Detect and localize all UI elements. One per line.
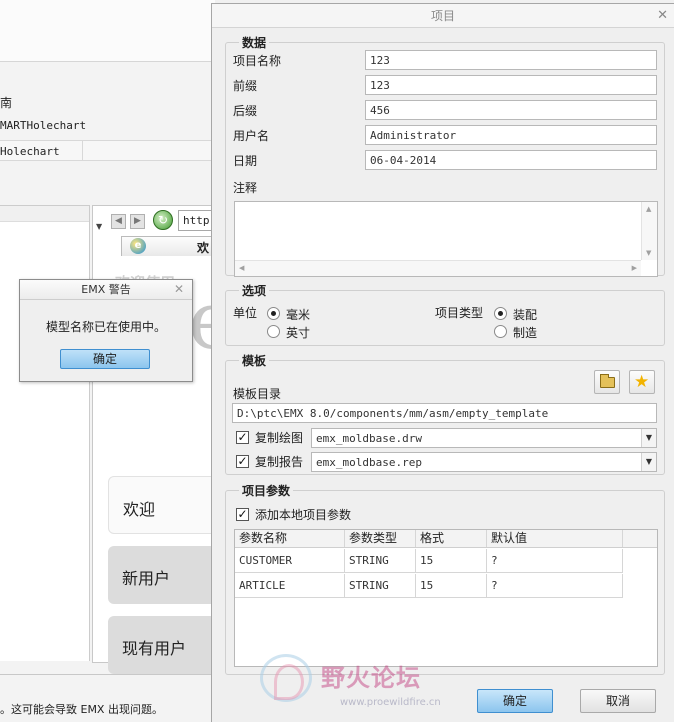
current-user-card[interactable]: 现有用户 [108, 616, 215, 674]
data-group: 数据 项目名称 123 前缀 123 后缀 456 用户名 Administra… [225, 34, 665, 277]
add-local-params-label[interactable]: 添加本地项目参数 [255, 506, 351, 523]
copy-report-select[interactable]: emx_moldbase.rep ▼ [311, 452, 657, 472]
notes-textarea[interactable]: ▲ ▼ ◀ ▶ [234, 201, 658, 277]
username-label: 用户名 [233, 129, 270, 143]
copy-drawing-checkbox[interactable]: ✓ [236, 431, 249, 444]
project-type-label: 项目类型 [435, 306, 484, 320]
unit-inch-radio[interactable] [267, 325, 280, 338]
type-assembly-radio[interactable] [494, 307, 507, 320]
copy-drawing-label[interactable]: 复制绘图 [255, 429, 303, 446]
welcome-card[interactable]: 欢迎 [108, 476, 215, 534]
suffix-field[interactable]: 456 [365, 100, 657, 120]
template-dir-field[interactable]: D:\ptc\EMX 8.0/components/mm/asm/empty_t… [232, 403, 657, 423]
star-icon: ★ [634, 372, 650, 392]
warning-ok-button[interactable]: 确定 [60, 349, 150, 369]
template-group-title: 模板 [239, 352, 270, 369]
embedded-browser: ▼ ◀ ▶ ↻ http e 欢 欢迎使用 e 欢迎 新用户 现有用户 [92, 205, 215, 674]
status-bar: 。这可能会导致 EMX 出现问题。 [0, 674, 215, 722]
holechart-text[interactable]: Holechart [0, 145, 60, 158]
project-name-label: 项目名称 [233, 54, 282, 68]
scroll-left-icon[interactable]: ◀ [239, 264, 244, 272]
table-cell[interactable]: ? [487, 574, 623, 597]
scroll-down-icon[interactable]: ▼ [646, 249, 651, 257]
column-header[interactable]: 参数名称 [235, 530, 345, 547]
table-cell[interactable]: STRING [345, 549, 416, 572]
ok-button[interactable]: 确定 [477, 689, 553, 713]
table-cell[interactable]: CUSTOMER [235, 549, 345, 572]
cancel-button[interactable]: 取消 [580, 689, 656, 713]
params-table: 参数名称 参数类型 格式 默认值 CUSTOMER STRING 15 ? AR… [234, 529, 658, 667]
dialog-title: 项目 [212, 4, 674, 28]
scroll-up-icon[interactable]: ▲ [646, 205, 651, 213]
type-manufacturing-radio[interactable] [494, 325, 507, 338]
chevron-down-icon[interactable]: ▼ [641, 453, 656, 471]
close-icon[interactable]: ✕ [174, 282, 184, 296]
copy-report-value: emx_moldbase.rep [316, 456, 422, 469]
copy-report-label[interactable]: 复制报告 [255, 453, 303, 470]
new-user-card[interactable]: 新用户 [108, 546, 215, 604]
project-dialog: 项目 ✕ 数据 项目名称 123 前缀 123 后缀 456 用户名 Admin… [211, 3, 674, 722]
close-icon[interactable]: ✕ [657, 4, 668, 28]
warning-dialog-title: EMX 警告 [20, 280, 192, 300]
template-group: 模板 模板目录 ★ D:\ptc\EMX 8.0/components/mm/a… [225, 352, 665, 475]
copy-drawing-select[interactable]: emx_moldbase.drw ▼ [311, 428, 657, 448]
table-cell[interactable]: 15 [416, 574, 487, 597]
type-manufacturing-label[interactable]: 制造 [513, 324, 537, 341]
chevron-down-icon[interactable]: ▼ [641, 429, 656, 447]
project-params-group-title: 项目参数 [239, 482, 294, 499]
suffix-label: 后缀 [233, 104, 258, 118]
refresh-icon[interactable]: ↻ [153, 210, 173, 230]
table-cell[interactable]: 15 [416, 549, 487, 572]
back-icon[interactable]: ◀ [111, 214, 126, 229]
dropdown-arrow-icon[interactable]: ▼ [96, 222, 102, 231]
template-dir-label: 模板目录 [233, 387, 282, 401]
project-name-field[interactable]: 123 [365, 50, 657, 70]
notes-label: 注释 [233, 181, 258, 195]
date-field[interactable]: 06-04-2014 [365, 150, 657, 170]
data-group-title: 数据 [239, 34, 270, 51]
project-params-group: 项目参数 ✓ 添加本地项目参数 参数名称 参数类型 格式 默认值 CUSTOME… [225, 482, 665, 675]
notes-horizontal-scrollbar[interactable]: ◀ ▶ [235, 260, 641, 276]
browse-folder-button[interactable] [594, 370, 620, 394]
address-bar[interactable]: http [178, 210, 215, 231]
browser-tab-label: 欢 [197, 241, 210, 255]
date-label: 日期 [233, 154, 258, 168]
prefix-label: 前缀 [233, 79, 258, 93]
background-toolbar [0, 0, 215, 62]
table-cell[interactable]: ? [487, 549, 623, 572]
guide-text: 南 [0, 96, 13, 110]
forward-icon[interactable]: ▶ [130, 214, 145, 229]
copy-drawing-value: emx_moldbase.drw [316, 432, 422, 445]
options-group-title: 选项 [239, 282, 270, 299]
background-left-panel [0, 205, 90, 661]
table-row[interactable]: CUSTOMER STRING 15 ? [235, 549, 623, 573]
copy-report-checkbox[interactable]: ✓ [236, 455, 249, 468]
scroll-right-icon[interactable]: ▶ [632, 264, 637, 272]
table-cell[interactable]: ARTICLE [235, 574, 345, 597]
column-header[interactable]: 格式 [416, 530, 487, 547]
table-header: 参数名称 参数类型 格式 默认值 [235, 530, 657, 548]
unit-mm-label[interactable]: 毫米 [286, 306, 310, 323]
unit-mm-radio[interactable] [267, 307, 280, 320]
prefix-field[interactable]: 123 [365, 75, 657, 95]
unit-label: 单位 [233, 306, 258, 320]
browser-tab[interactable]: e 欢 [121, 236, 215, 256]
type-assembly-label[interactable]: 装配 [513, 306, 537, 323]
warning-message: 模型名称已在使用中。 [45, 320, 166, 334]
options-group: 选项 单位 毫米 英寸 项目类型 装配 制造 [225, 282, 665, 346]
favorite-button[interactable]: ★ [629, 370, 655, 394]
table-row[interactable]: ARTICLE STRING 15 ? [235, 574, 623, 598]
status-text: 。这可能会导致 EMX 出现问题。 [0, 703, 163, 716]
emx-warning-dialog: EMX 警告 ✕ 模型名称已在使用中。 确定 [19, 279, 193, 382]
column-header[interactable]: 默认值 [487, 530, 623, 547]
column-header[interactable]: 参数类型 [345, 530, 416, 547]
username-field[interactable]: Administrator [365, 125, 657, 145]
add-local-params-checkbox[interactable]: ✓ [236, 508, 249, 521]
table-cell[interactable]: STRING [345, 574, 416, 597]
smart-holechart-text[interactable]: MARTHolechart [0, 119, 86, 132]
folder-icon [600, 374, 615, 388]
browser-globe-icon: e [130, 238, 146, 254]
unit-inch-label[interactable]: 英寸 [286, 324, 310, 341]
notes-vertical-scrollbar[interactable]: ▲ ▼ [641, 202, 657, 260]
